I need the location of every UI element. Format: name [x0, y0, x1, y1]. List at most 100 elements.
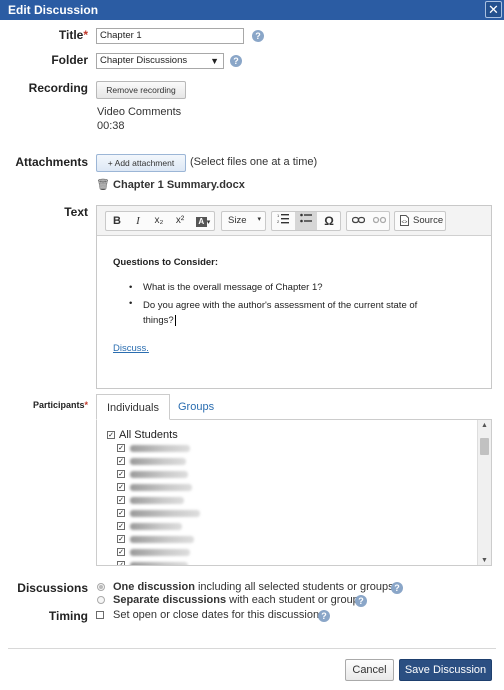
list-item[interactable]: ✓	[117, 455, 237, 468]
list-item[interactable]: ✓	[117, 533, 237, 546]
list-item[interactable]: ✓	[117, 507, 237, 520]
list-item[interactable]: ✓	[117, 494, 237, 507]
one-discussion-option[interactable]: One discussion including all selected st…	[113, 581, 394, 593]
bold-button[interactable]: B	[106, 212, 128, 230]
timing-help-icon[interactable]: ?	[318, 610, 330, 622]
tab-individuals[interactable]: Individuals	[96, 394, 170, 420]
tab-groups[interactable]: Groups	[168, 394, 224, 420]
list-item[interactable]: ✓	[117, 481, 237, 494]
superscript-button[interactable]: x²	[169, 212, 191, 230]
scroll-down-icon[interactable]: ▼	[481, 557, 488, 564]
trash-icon[interactable]: 🗑	[96, 179, 110, 191]
student-name-blurred	[130, 445, 190, 452]
student-checkbox[interactable]: ✓	[117, 522, 125, 530]
student-name-blurred	[130, 510, 200, 517]
dialog-title: Edit Discussion	[8, 3, 99, 17]
separate-help-icon[interactable]: ?	[355, 595, 367, 607]
separate-discussions-option[interactable]: Separate discussions with each student o…	[113, 594, 359, 606]
close-icon[interactable]: ✕	[485, 1, 502, 18]
italic-button[interactable]: I	[127, 212, 149, 230]
editor-content[interactable]: Questions to Consider: • What is the ove…	[97, 237, 491, 388]
attachments-label: Attachments	[15, 155, 88, 169]
timing-option-label: Set open or close dates for this discuss…	[113, 609, 320, 621]
subscript-button[interactable]: x₂	[148, 212, 170, 230]
bullet-dot: •	[129, 298, 133, 309]
size-dropdown[interactable]: Size ▾	[221, 211, 266, 231]
student-checkbox[interactable]: ✓	[117, 444, 125, 452]
discussions-help-icon[interactable]: ?	[391, 582, 403, 594]
timing-checkbox[interactable]	[96, 611, 104, 619]
list-item[interactable]: ✓	[117, 442, 237, 455]
svg-text:1: 1	[277, 213, 280, 218]
link-icon[interactable]	[347, 212, 369, 230]
bulleted-list-icon[interactable]	[295, 212, 317, 230]
scroll-up-icon[interactable]: ▲	[481, 422, 488, 429]
student-name-blurred	[130, 471, 188, 478]
content-heading: Questions to Consider:	[113, 257, 219, 268]
attachment-file: 🗑 Chapter 1 Summary.docx	[96, 179, 245, 191]
all-students-checkbox[interactable]: ✓	[107, 431, 115, 439]
student-checkbox[interactable]: ✓	[117, 470, 125, 478]
recording-duration: 00:38	[97, 120, 125, 132]
list-item[interactable]: ✓	[117, 520, 237, 533]
one-discussion-radio[interactable]	[97, 583, 105, 591]
participants-tabs: Individuals Groups	[96, 394, 492, 420]
separate-discussions-radio[interactable]	[97, 596, 105, 604]
folder-help-icon[interactable]: ?	[230, 55, 242, 67]
student-checkbox[interactable]: ✓	[117, 496, 125, 504]
all-students-row[interactable]: ✓ All Students	[107, 429, 307, 442]
special-character-button[interactable]: Ω	[318, 212, 340, 230]
student-checkbox[interactable]: ✓	[117, 483, 125, 491]
list-group: 12 Ω	[271, 211, 341, 231]
svg-text:<>: <>	[402, 220, 408, 226]
discussions-label: Discussions	[17, 581, 88, 595]
text-label: Text	[64, 205, 88, 219]
scrollbar-thumb[interactable]	[480, 438, 489, 455]
save-discussion-button[interactable]: Save Discussion	[399, 659, 492, 681]
content-bullet-2: Do you agree with the author's assessmen…	[143, 300, 418, 326]
folder-label: Folder	[51, 53, 88, 67]
recording-label: Recording	[28, 81, 88, 95]
text-color-icon[interactable]: A ▾	[191, 212, 215, 230]
numbered-list-icon[interactable]: 12	[272, 212, 294, 230]
source-icon: <>	[400, 215, 409, 229]
chevron-down-icon: ▼	[210, 56, 219, 66]
discuss-link[interactable]: Discuss.	[113, 343, 149, 354]
student-checkbox[interactable]: ✓	[117, 535, 125, 543]
student-name-blurred	[130, 497, 184, 504]
svg-text:2: 2	[277, 219, 280, 224]
folder-select[interactable]: Chapter Discussions ▼	[96, 53, 224, 69]
participants-scrollbar[interactable]: ▲ ▼	[477, 420, 491, 565]
source-button[interactable]: <> Source	[394, 211, 446, 231]
list-item[interactable]: ✓	[117, 559, 237, 565]
student-checkbox[interactable]: ✓	[117, 548, 125, 556]
student-name-blurred	[130, 484, 192, 491]
rich-text-editor: B I x₂ x² A ▾ Size ▾ 12 Ω <> Source Ques…	[96, 205, 492, 389]
dialog-titlebar: Edit Discussion ✕	[0, 0, 504, 20]
link-group	[346, 211, 390, 231]
participants-list: ✓ All Students ✓ ✓ ✓ ✓ ✓ ✓ ✓ ✓ ✓ ✓ ▲ ▼	[96, 420, 492, 566]
student-name-blurred	[130, 549, 190, 556]
list-item[interactable]: ✓	[117, 468, 237, 481]
participants-label: Participants*	[32, 400, 88, 410]
add-attachment-button[interactable]: + Add attachment	[96, 154, 186, 172]
format-group: B I x₂ x² A ▾	[105, 211, 215, 231]
title-help-icon[interactable]: ?	[252, 30, 264, 42]
timing-label: Timing	[48, 609, 88, 623]
student-checkbox[interactable]: ✓	[117, 457, 125, 465]
editor-toolbar: B I x₂ x² A ▾ Size ▾ 12 Ω <> Source	[97, 206, 491, 236]
cancel-button[interactable]: Cancel	[345, 659, 394, 681]
list-item[interactable]: ✓	[117, 546, 237, 559]
chevron-down-icon: ▾	[257, 216, 261, 223]
student-name-blurred	[130, 458, 186, 465]
remove-recording-button[interactable]: Remove recording	[96, 81, 186, 99]
student-checkbox[interactable]: ✓	[117, 509, 125, 517]
student-checkbox[interactable]: ✓	[117, 561, 125, 565]
footer-divider	[8, 648, 496, 649]
student-name-blurred	[130, 523, 182, 530]
title-input[interactable]: Chapter 1	[96, 28, 244, 44]
title-label: Title*	[58, 28, 88, 42]
recording-name-link[interactable]: Video Comments	[97, 106, 181, 118]
unlink-icon[interactable]	[368, 212, 390, 230]
bullet-dot: •	[129, 282, 133, 293]
